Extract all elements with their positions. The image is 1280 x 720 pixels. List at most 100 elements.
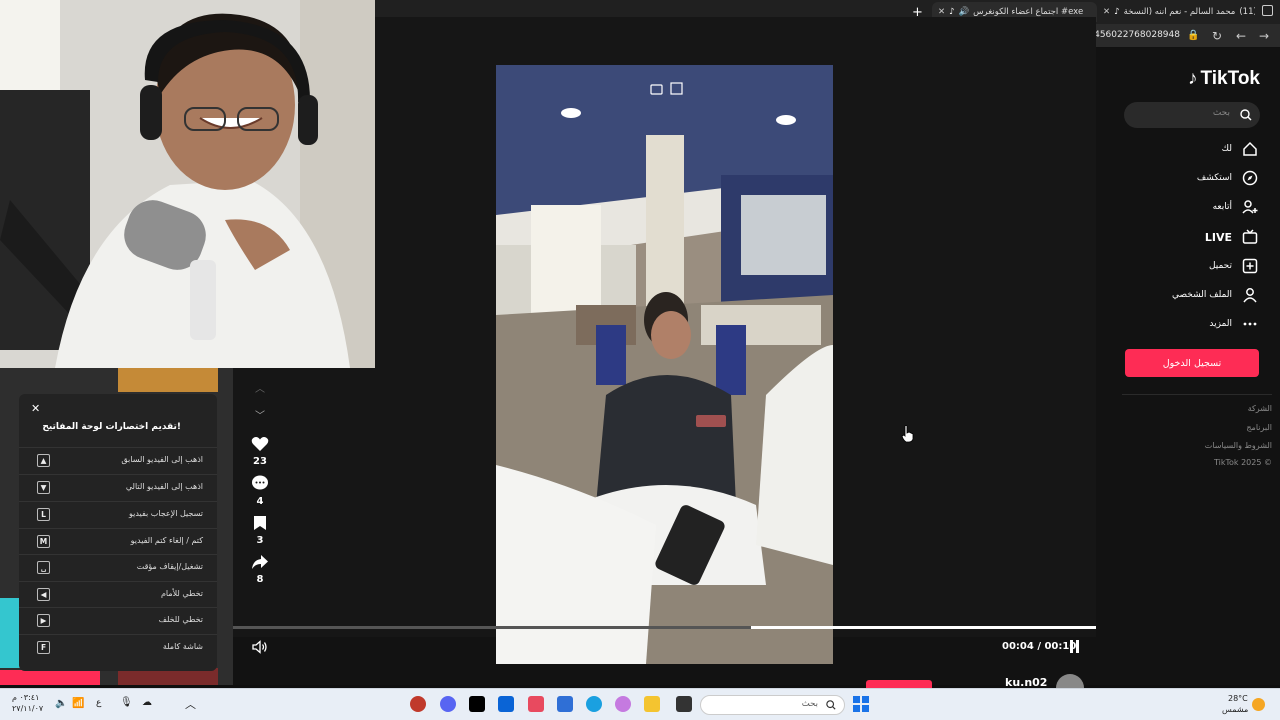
time-display: 00:04 / 00:10 — [1002, 641, 1077, 652]
progress-bar[interactable] — [233, 626, 1096, 629]
taskbar-search-input[interactable]: بحث — [700, 695, 845, 715]
shortcut-row: ▼ اذهب إلى الفيديو التالي — [19, 474, 217, 500]
reload-icon[interactable]: ↻ — [1212, 30, 1222, 42]
login-button[interactable]: تسجيل الدخول — [1125, 349, 1259, 377]
search-input[interactable]: بحث — [1124, 102, 1260, 128]
close-icon[interactable]: ✕ — [938, 7, 945, 17]
footer-company[interactable]: الشركة — [1248, 404, 1272, 413]
keyboard-shortcuts-panel: ✕ تقديم اختصارات لوحة المفاتيح! ▲ اذهب إ… — [19, 394, 217, 671]
tiktok-sidebar: ♪ TikTok بحث لك استكشف أتابعه LIVE تحميل — [1110, 48, 1280, 685]
tab-badge: (11) — [1239, 7, 1255, 17]
search-placeholder: بحث — [1212, 108, 1230, 118]
language-indicator-icon[interactable]: ع — [96, 698, 101, 708]
shortcut-label: كتم / إلغاء كتم الفيديو — [130, 536, 203, 545]
nav-label: تحميل — [1208, 261, 1232, 271]
tray-chevron-icon[interactable]: ︿ — [185, 696, 196, 712]
nav-upload[interactable]: تحميل — [1209, 257, 1258, 275]
discord-icon[interactable] — [440, 696, 456, 712]
video-frame[interactable] — [496, 65, 833, 664]
tab-youtube[interactable]: ✕ ♪ محمد السالم - نعم اننه (النسخة (11) — [1097, 2, 1255, 22]
nav-label: لك — [1221, 144, 1232, 154]
key-m-icon: M — [37, 535, 50, 548]
tab-title: محمد السالم - نعم اننه (النسخة — [1123, 7, 1236, 17]
outlook-icon[interactable] — [498, 696, 514, 712]
tiktok-favicon-icon: ♪ — [1114, 7, 1120, 17]
speaker-icon: 🔊 — [958, 7, 970, 17]
shortcut-row: ▶ تخطي للخلف — [19, 607, 217, 633]
onedrive-icon[interactable]: ☁ — [142, 697, 152, 708]
heart-icon — [251, 437, 269, 451]
key-space-icon: ␣ — [37, 561, 50, 574]
weather-text: مشمس — [1222, 705, 1249, 714]
copilot-icon[interactable] — [615, 696, 631, 712]
lock-icon[interactable]: 🔒 — [1187, 30, 1199, 42]
shortcut-row: ▲ اذهب إلى الفيديو السابق — [19, 447, 217, 473]
sidebar-divider — [1122, 394, 1272, 395]
share-icon — [252, 555, 268, 569]
taskbar-search-placeholder: بحث — [801, 699, 818, 709]
share-button[interactable] — [244, 554, 276, 574]
like-button[interactable] — [244, 436, 276, 456]
nav-label: LIVE — [1204, 230, 1232, 244]
store-icon[interactable] — [557, 696, 573, 712]
chevron-down-icon[interactable]: ﹀ — [244, 407, 276, 422]
key-l-icon: L — [37, 508, 50, 521]
comment-count: 4 — [256, 496, 264, 507]
close-icon[interactable]: ✕ — [1103, 7, 1110, 17]
forward-arrow-icon[interactable]: → — [1259, 30, 1269, 42]
nav-following[interactable]: أتابعه — [1213, 198, 1258, 216]
tiktok-note-icon: ♪ — [1188, 68, 1198, 89]
terminal-icon[interactable] — [676, 696, 692, 712]
webcam-overlay — [0, 0, 375, 368]
folder-icon[interactable] — [644, 696, 660, 712]
edge-icon[interactable] — [586, 696, 602, 712]
shortcut-row: L تسجيل الإعجاب بفيديو — [19, 501, 217, 527]
speaker-icon[interactable]: 🔈 — [55, 698, 67, 709]
key-down-icon: ▼ — [37, 481, 50, 494]
share-count: 8 — [256, 574, 264, 585]
tiktok-favicon-icon: ♪ — [949, 7, 955, 17]
nav-more[interactable]: المزيد — [1209, 315, 1258, 333]
nav-explore[interactable]: استكشف — [1197, 169, 1258, 187]
more-icon — [1242, 316, 1258, 332]
shortcut-label: شاشة كاملة — [162, 642, 203, 651]
follow-button[interactable] — [866, 680, 932, 688]
comment-icon — [252, 475, 268, 490]
volume-icon[interactable] — [252, 640, 268, 654]
window-icon[interactable] — [1262, 5, 1273, 16]
windows-start-icon[interactable] — [853, 696, 869, 712]
pause-icon[interactable] — [1069, 640, 1081, 653]
clock-date: ٢٧/١١/٠٧ — [12, 704, 44, 713]
nav-label: استكشف — [1196, 173, 1232, 183]
screen: + ✕ ♪ 🔊 اجتماع اعضاء الكونغرس #exe ✕ ♪ م… — [0, 0, 1280, 720]
nav-live[interactable]: LIVE — [1205, 228, 1258, 246]
nav-profile[interactable]: الملف الشخصي — [1172, 286, 1258, 304]
footer-program[interactable]: البرنامج — [1246, 423, 1272, 432]
save-button[interactable] — [244, 515, 276, 535]
profile-icon — [1242, 287, 1258, 303]
bookmark-icon — [254, 516, 266, 530]
sun-icon[interactable] — [1252, 698, 1265, 711]
gift-icon[interactable] — [528, 696, 544, 712]
key-f-icon: F — [37, 641, 50, 654]
footer-copyright: TikTok 2025 © — [1214, 458, 1272, 467]
tiktok-logo[interactable]: ♪ TikTok — [1188, 68, 1260, 90]
chevron-up-icon[interactable]: ︿ — [244, 380, 276, 395]
footer-terms[interactable]: الشروط والسياسات — [1205, 441, 1272, 450]
key-up-icon: ▲ — [37, 454, 50, 467]
close-icon[interactable]: ✕ — [31, 402, 40, 415]
save-count: 3 — [256, 535, 264, 546]
mic-icon[interactable]: 🎙 — [120, 697, 133, 708]
shortcut-row: F شاشة كاملة — [19, 634, 217, 660]
video-actions: ︿ ﹀ 23 4 3 8 — [244, 380, 276, 585]
wifi-icon[interactable]: 📶 — [72, 698, 84, 709]
nav-for-you[interactable]: لك — [1222, 140, 1258, 158]
like-count: 23 — [253, 456, 267, 467]
app-icon-1[interactable] — [410, 696, 426, 712]
live-icon — [1242, 229, 1258, 245]
capcut-icon[interactable] — [469, 696, 485, 712]
clock-time: ٠٣:٤١ م — [12, 693, 40, 702]
comment-button[interactable] — [244, 475, 276, 496]
back-arrow-icon[interactable]: ← — [1236, 30, 1246, 42]
home-icon — [1242, 141, 1258, 157]
